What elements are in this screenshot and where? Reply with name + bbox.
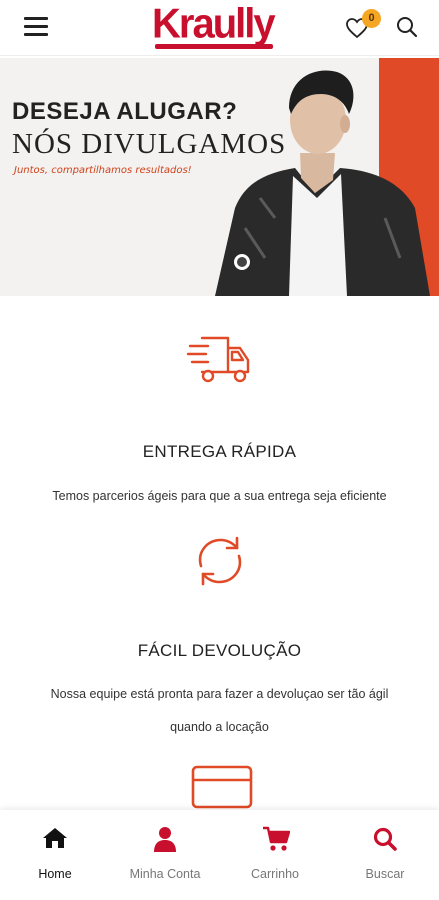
feature-title-delivery: ENTREGA RÁPIDA [142,442,297,461]
promo-banner[interactable]: DESEJA ALUGAR? NÓS DIVULGAMOS Juntos, co… [0,58,439,296]
search-icon[interactable] [395,15,419,39]
banner-subtitle: Juntos, compartilhamos resultados! [14,165,192,176]
feature-title-return: FÁCIL DEVOLUÇÃO [137,641,302,660]
feature-text-return-line1: Nossa equipe está pronta para fazer a de… [50,687,389,701]
brand-logo[interactable]: Kraully [152,1,276,48]
credit-card-icon [191,765,253,809]
search-icon [373,827,397,851]
user-icon [154,827,176,852]
bottom-navigation: Home Minha Conta Carrinho Buscar [0,810,439,900]
wishlist-count-badge: 0 [362,9,381,28]
nav-home-label: Home [38,867,72,881]
carousel-indicator[interactable] [234,254,250,270]
logo-underline [155,44,273,49]
menu-icon[interactable] [24,14,50,38]
banner-title-line1: DESEJA ALUGAR? [12,98,238,125]
cart-icon [263,826,290,851]
nav-account[interactable]: Minha Conta [110,810,220,900]
nav-cart[interactable]: Carrinho [220,810,330,900]
feature-text-delivery: Temos parcerios ágeis para que a sua ent… [52,489,387,503]
app-header: Kraully 0 [0,0,439,56]
delivery-truck-icon [186,336,250,383]
nav-account-label: Minha Conta [129,867,201,881]
nav-cart-label: Carrinho [251,867,299,881]
refresh-icon [198,536,242,586]
home-icon [43,828,67,848]
nav-search[interactable]: Buscar [330,810,439,900]
nav-search-label: Buscar [365,867,405,881]
feature-text-return-line2: quando a locação [170,720,269,734]
nav-home[interactable]: Home [0,810,110,900]
